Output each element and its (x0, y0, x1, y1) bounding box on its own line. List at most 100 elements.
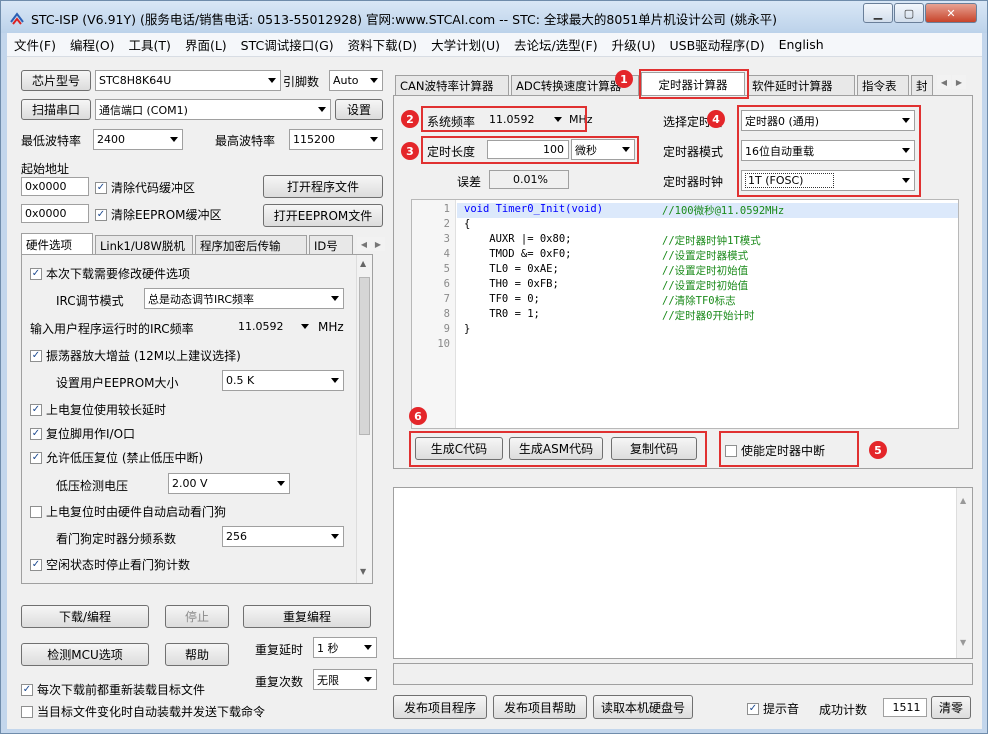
clear-count-button[interactable]: 清零 (931, 696, 971, 719)
port-select[interactable]: 通信端口 (COM1) (95, 99, 331, 120)
chip-type-select[interactable]: STC8H8K64U (95, 70, 281, 91)
minimize-icon[interactable]: ▁ (863, 3, 893, 23)
tab-id-number[interactable]: ID号 (309, 235, 353, 255)
download-button[interactable]: 下载/编程 (21, 605, 149, 628)
generate-c-button[interactable]: 生成C代码 (415, 437, 503, 460)
settings-button[interactable]: 设置 (335, 99, 383, 120)
scroll-thumb[interactable] (359, 277, 370, 435)
osc-gain-checkbox[interactable]: ✓ 振荡器放大增益 (12M以上建议选择) (30, 347, 241, 364)
repeat-delay-select[interactable]: 1 秒 (313, 637, 377, 658)
detect-mcu-button[interactable]: 检测MCU选项 (21, 643, 149, 666)
tab-scroll-left-icon[interactable]: ◀ (937, 75, 951, 89)
code-comment: //设置定时初始值 (662, 280, 749, 292)
window-title: STC-ISP (V6.91Y) (服务电话/销售电话: 0513-550129… (31, 12, 777, 27)
maximize-icon[interactable]: ▢ (894, 3, 924, 23)
tab-instruction-table[interactable]: 指令表 (857, 75, 909, 95)
code-line-text: { (464, 218, 471, 230)
irc-mode-select[interactable]: 总是动态调节IRC频率 (144, 288, 344, 309)
menu-usb-driver[interactable]: USB驱动程序(D) (663, 35, 772, 54)
read-disk-id-button[interactable]: 读取本机硬盘号 (593, 695, 693, 719)
log-output-area[interactable]: ▲ ▼ (393, 487, 973, 659)
menu-debug[interactable]: STC调试接口(G) (234, 35, 341, 54)
clear-code-checkbox[interactable]: ✓ 清除代码缓冲区 (95, 179, 195, 196)
chevron-down-icon (370, 137, 378, 142)
eeprom-address-input[interactable]: 0x0000 (21, 204, 89, 223)
code-editor[interactable]: 1 void Timer0_Init(void) //100微秒@11.0592MH… (411, 199, 959, 429)
timer-length-input[interactable]: 100 (487, 140, 569, 159)
scroll-up-icon[interactable]: ▲ (360, 259, 366, 268)
menu-file[interactable]: 文件(F) (7, 35, 63, 54)
menu-download[interactable]: 资料下载(D) (341, 35, 424, 54)
timer-mode-select[interactable]: 16位自动重载 (741, 140, 915, 161)
tab-scroll-right-icon[interactable]: ▶ (952, 75, 966, 89)
select-timer-select[interactable]: 定时器0 (通用) (741, 110, 915, 131)
generate-asm-button[interactable]: 生成ASM代码 (509, 437, 603, 460)
tab-link1-offline[interactable]: Link1/U8W脱机 (95, 235, 193, 255)
publish-help-button[interactable]: 发布项目帮助 (493, 695, 587, 719)
open-program-button[interactable]: 打开程序文件 (263, 175, 383, 198)
min-baud-select[interactable]: 2400 (93, 129, 183, 150)
code-comment: //定时器0开始计时 (662, 310, 755, 322)
enable-interrupt-checkbox[interactable]: 使能定时器中断 (725, 442, 825, 459)
tab-delay-calculator[interactable]: 软件延时计算器 (747, 75, 855, 95)
lvr-checkbox[interactable]: ✓ 允许低压复位 (禁止低压中断) (30, 449, 203, 466)
clear-eeprom-checkbox[interactable]: ✓ 清除EEPROM缓冲区 (95, 206, 222, 223)
check-icon: ✓ (30, 349, 42, 362)
help-button[interactable]: 帮助 (165, 643, 229, 666)
code-address-input[interactable]: 0x0000 (21, 177, 89, 196)
menu-program[interactable]: 编程(O) (63, 35, 122, 54)
wdt-div-select[interactable]: 256 (222, 526, 344, 547)
reset-io-checkbox[interactable]: ✓ 复位脚用作I/O口 (30, 425, 135, 442)
scroll-down-icon[interactable]: ▼ (360, 567, 366, 576)
menu-english[interactable]: English (772, 37, 831, 52)
stop-button[interactable]: 停止 (165, 605, 229, 628)
tab-can-baud[interactable]: CAN波特率计算器 (395, 75, 509, 95)
auto-reload-checkbox[interactable]: 当目标文件变化时自动装载并发送下载命令 (21, 703, 265, 720)
scan-port-button[interactable]: 扫描串口 (21, 99, 91, 120)
options-scrollbar[interactable]: ▲ ▼ (356, 255, 372, 583)
tab-hardware-options[interactable]: 硬件选项 (21, 233, 93, 255)
lv-select[interactable]: 2.00 V (168, 473, 290, 494)
tab-package[interactable]: 封 (911, 75, 933, 95)
tab-scroll-left-icon[interactable]: ◀ (357, 237, 371, 251)
chevron-down-icon (364, 645, 372, 650)
chevron-down-icon (622, 147, 630, 152)
open-eeprom-button[interactable]: 打开EEPROM文件 (263, 204, 383, 227)
wdt-auto-checkbox[interactable]: 上电复位时由硬件自动启动看门狗 (30, 503, 226, 520)
timer-clock-select[interactable]: 1T (FOSC) (741, 170, 915, 191)
reprogram-button[interactable]: 重复编程 (243, 605, 371, 628)
timer-unit-select[interactable]: 微秒 (571, 139, 635, 160)
modify-hw-checkbox[interactable]: ✓ 本次下载需要修改硬件选项 (30, 265, 190, 282)
min-baud-label: 最低波特率 (21, 134, 82, 148)
menu-tools[interactable]: 工具(T) (122, 35, 178, 54)
close-icon[interactable]: ✕ (925, 3, 977, 23)
chevron-down-icon (301, 324, 309, 329)
log-scrollbar[interactable]: ▲ ▼ (956, 488, 972, 658)
pin-count-select[interactable]: Auto (329, 70, 383, 91)
tab-timer-calculator[interactable]: 定时器计算器 (641, 72, 745, 97)
copy-code-button[interactable]: 复制代码 (611, 437, 697, 460)
sys-freq-select[interactable]: 11.0592 (485, 109, 567, 130)
tab-scroll-right-icon[interactable]: ▶ (371, 237, 385, 251)
wdt-idle-checkbox[interactable]: ✓ 空闲状态时停止看门狗计数 (30, 556, 190, 573)
power-delay-checkbox[interactable]: ✓ 上电复位使用较长延时 (30, 401, 166, 418)
scroll-up-icon[interactable]: ▲ (960, 496, 966, 505)
client-area: 芯片型号 STC8H8K64U 引脚数 Auto 扫描串口 通信端口 (COM1… (7, 57, 982, 729)
eeprom-size-select[interactable]: 0.5 K (222, 370, 344, 391)
menu-university[interactable]: 大学计划(U) (424, 35, 507, 54)
publish-project-button[interactable]: 发布项目程序 (393, 695, 487, 719)
max-baud-select[interactable]: 115200 (289, 129, 383, 150)
repeat-delay-label: 重复延时 (255, 643, 304, 657)
irc-freq-select[interactable]: 11.0592 (234, 316, 314, 337)
repeat-count-select[interactable]: 无限 (313, 669, 377, 690)
menu-bar: 文件(F) 编程(O) 工具(T) 界面(L) STC调试接口(G) 资料下载(… (7, 33, 982, 57)
menu-forum[interactable]: 去论坛/选型(F) (507, 35, 605, 54)
reload-before-checkbox[interactable]: ✓ 每次下载前都重新装载目标文件 (21, 681, 205, 698)
beep-checkbox[interactable]: ✓ 提示音 (747, 700, 799, 717)
menu-interface[interactable]: 界面(L) (178, 35, 234, 54)
chip-type-button[interactable]: 芯片型号 (21, 70, 91, 91)
scroll-down-icon[interactable]: ▼ (960, 638, 966, 647)
tab-encrypted-transfer[interactable]: 程序加密后传输 (195, 235, 307, 255)
chevron-down-icon (268, 78, 276, 83)
menu-upgrade[interactable]: 升级(U) (605, 35, 663, 54)
